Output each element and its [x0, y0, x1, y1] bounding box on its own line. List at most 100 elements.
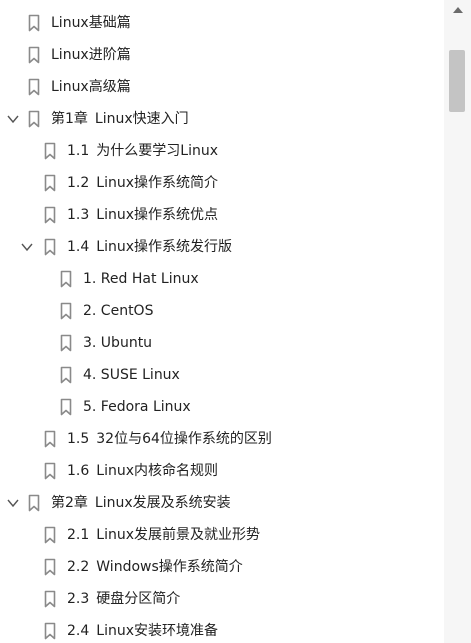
bookmark-label: 2. CentOS — [83, 301, 153, 321]
bookmark-label: 1.1 为什么要学习Linux — [67, 141, 218, 161]
bookmark-title: Linux快速入门 — [94, 111, 189, 127]
bookmark-icon — [44, 430, 56, 448]
bookmark-label: 1.2 Linux操作系统简介 — [67, 173, 218, 193]
bookmark-label: 2.2 Windows操作系统简介 — [67, 557, 243, 577]
bookmark-number: 1.2 — [67, 175, 90, 191]
bookmark-title: 1. Red Hat Linux — [83, 271, 199, 287]
bookmark-icon — [60, 302, 72, 320]
bookmark-number: 1.4 — [67, 239, 90, 255]
scroll-thumb[interactable] — [449, 50, 465, 112]
bookmark-number: 2.4 — [67, 623, 90, 639]
bookmark-item[interactable]: 1.4 Linux操作系统发行版 — [0, 231, 442, 263]
bookmark-title: Linux发展及系统安装 — [94, 495, 231, 511]
bookmark-title: 2. CentOS — [83, 303, 154, 319]
bookmark-number: 第1章 — [51, 111, 88, 127]
chevron-down-icon[interactable] — [19, 239, 35, 255]
bookmark-item[interactable]: 4. SUSE Linux — [0, 359, 442, 391]
bookmark-title: Linux基础篇 — [51, 15, 131, 31]
bookmark-title: Linux安装环境准备 — [96, 623, 218, 639]
bookmark-number: 2.2 — [67, 559, 90, 575]
bookmark-icon — [44, 238, 56, 256]
chevron-down-icon[interactable] — [5, 495, 21, 511]
bookmark-icon — [44, 590, 56, 608]
bookmark-number: 1.1 — [67, 143, 90, 159]
bookmark-label: 1.6 Linux内核命名规则 — [67, 461, 218, 481]
bookmark-item[interactable]: 2.2 Windows操作系统简介 — [0, 551, 442, 583]
bookmark-label: 1.5 32位与64位操作系统的区别 — [67, 429, 272, 449]
bookmark-item[interactable]: 第1章 Linux快速入门 — [0, 103, 442, 135]
bookmark-item[interactable]: 2.1 Linux发展前景及就业形势 — [0, 519, 442, 551]
bookmark-title: Linux操作系统简介 — [96, 175, 218, 191]
bookmark-title: 32位与64位操作系统的区别 — [96, 431, 272, 447]
bookmark-icon — [28, 78, 40, 96]
bookmark-title: 3. Ubuntu — [83, 335, 153, 351]
bookmark-icon — [44, 174, 56, 192]
bookmark-number: 2.1 — [67, 527, 90, 543]
bookmark-item[interactable]: 2. CentOS — [0, 295, 442, 327]
bookmark-item[interactable]: 3. Ubuntu — [0, 327, 442, 359]
bookmark-item[interactable]: Linux高级篇 — [0, 71, 442, 103]
bookmark-icon — [28, 14, 40, 32]
bookmark-item[interactable]: 5. Fedora Linux — [0, 391, 442, 423]
bookmark-label: 1. Red Hat Linux — [83, 269, 199, 289]
bookmark-icon — [60, 334, 72, 352]
bookmark-title: 为什么要学习Linux — [96, 143, 218, 159]
bookmark-icon — [44, 206, 56, 224]
bookmark-number: 第2章 — [51, 495, 88, 511]
bookmark-title: Linux操作系统发行版 — [96, 239, 232, 255]
bookmark-item[interactable]: 1.2 Linux操作系统简介 — [0, 167, 442, 199]
bookmark-title: 硬盘分区简介 — [96, 591, 181, 607]
bookmark-number: 2.3 — [67, 591, 90, 607]
bookmark-icon — [44, 462, 56, 480]
bookmark-label: Linux进阶篇 — [51, 45, 131, 65]
bookmark-item[interactable]: 2.4 Linux安装环境准备 — [0, 615, 442, 643]
bookmark-number: 1.3 — [67, 207, 90, 223]
bookmark-item[interactable]: 2.3 硬盘分区简介 — [0, 583, 442, 615]
chevron-down-icon[interactable] — [5, 111, 21, 127]
bookmark-tree: Linux基础篇 Linux进阶篇 Linux高级篇 第1章 Linux快速入门 1.1 为… — [0, 7, 442, 643]
bookmark-label: 2.4 Linux安装环境准备 — [67, 621, 218, 641]
bookmark-label: 2.3 硬盘分区简介 — [67, 589, 180, 609]
bookmark-label: 1.3 Linux操作系统优点 — [67, 205, 218, 225]
bookmark-label: 3. Ubuntu — [83, 333, 152, 353]
bookmark-label: 4. SUSE Linux — [83, 365, 180, 385]
bookmark-icon — [60, 270, 72, 288]
bookmark-label: Linux高级篇 — [51, 77, 131, 97]
bookmark-number: 1.5 — [67, 431, 90, 447]
bookmark-icon — [28, 110, 40, 128]
bookmark-label: 1.4 Linux操作系统发行版 — [67, 237, 232, 257]
bookmark-label: 第2章 Linux发展及系统安装 — [51, 493, 231, 513]
bookmark-title: Linux进阶篇 — [51, 47, 131, 63]
bookmark-icon — [28, 46, 40, 64]
bookmark-title: 5. Fedora Linux — [83, 399, 191, 415]
bookmark-title: Linux高级篇 — [51, 79, 131, 95]
bookmark-item[interactable]: 第2章 Linux发展及系统安装 — [0, 487, 442, 519]
bookmark-title: 4. SUSE Linux — [83, 367, 180, 383]
bookmark-number: 1.6 — [67, 463, 90, 479]
bookmark-label: 第1章 Linux快速入门 — [51, 109, 189, 129]
bookmark-item[interactable]: 1.5 32位与64位操作系统的区别 — [0, 423, 442, 455]
bookmark-icon — [28, 494, 40, 512]
bookmark-item[interactable]: Linux进阶篇 — [0, 39, 442, 71]
bookmark-icon — [44, 558, 56, 576]
bookmark-label: 2.1 Linux发展前景及就业形势 — [67, 525, 260, 545]
bookmark-icon — [60, 398, 72, 416]
bookmark-item[interactable]: 1.6 Linux内核命名规则 — [0, 455, 442, 487]
bookmark-icon — [60, 366, 72, 384]
bookmark-icon — [44, 622, 56, 640]
bookmark-icon — [44, 526, 56, 544]
bookmarks-panel: Linux基础篇 Linux进阶篇 Linux高级篇 第1章 Linux快速入门 1.1 为… — [0, 0, 471, 643]
bookmark-title: Linux操作系统优点 — [96, 207, 218, 223]
bookmark-label: Linux基础篇 — [51, 13, 131, 33]
scroll-up-arrow-icon[interactable] — [450, 3, 466, 17]
bookmark-icon — [44, 142, 56, 160]
bookmark-title: Linux发展前景及就业形势 — [96, 527, 260, 543]
bookmark-title: Linux内核命名规则 — [96, 463, 218, 479]
vertical-scrollbar[interactable] — [444, 0, 471, 643]
bookmark-item[interactable]: 1.3 Linux操作系统优点 — [0, 199, 442, 231]
bookmark-label: 5. Fedora Linux — [83, 397, 191, 417]
bookmark-item[interactable]: Linux基础篇 — [0, 7, 442, 39]
bookmark-title: Windows操作系统简介 — [96, 559, 243, 575]
bookmark-item[interactable]: 1. Red Hat Linux — [0, 263, 442, 295]
bookmark-item[interactable]: 1.1 为什么要学习Linux — [0, 135, 442, 167]
